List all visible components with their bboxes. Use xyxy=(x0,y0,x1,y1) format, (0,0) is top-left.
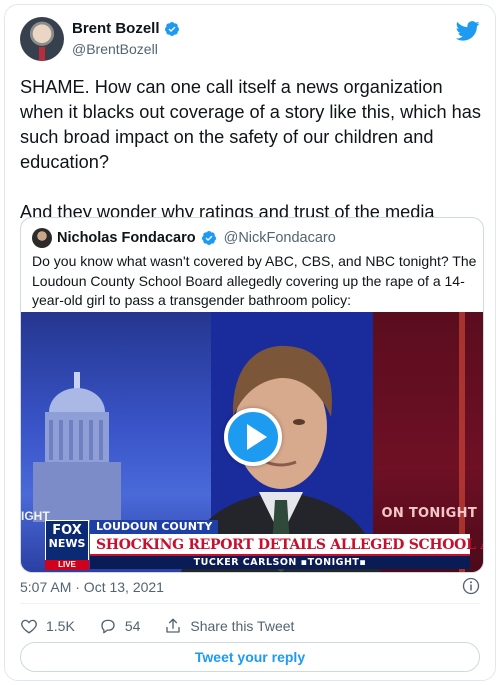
tweet-header: Brent Bozell @BrentBozell xyxy=(20,17,480,65)
heart-icon xyxy=(21,619,37,634)
quoted-tweet[interactable]: Nicholas Fondacaro @NickFondacaro Do you… xyxy=(20,217,484,573)
show-name-bar: TUCKER CARLSON ▪TONIGHT▪ xyxy=(90,556,470,569)
quoted-tweet-text: Do you know what wasn't covered by ABC, … xyxy=(32,253,477,308)
avatar-tie xyxy=(39,47,45,61)
quoted-tweet-header: Nicholas Fondacaro @NickFondacaro xyxy=(32,228,336,248)
like-action[interactable]: 1.5K xyxy=(20,617,75,635)
share-icon xyxy=(166,618,181,633)
author-name-row[interactable]: Brent Bozell xyxy=(72,20,180,37)
info-icon[interactable] xyxy=(462,577,480,595)
verified-badge-icon xyxy=(201,231,216,245)
headline-bar: SHOCKING REPORT DETAILS ALLEGED SCHOOL A… xyxy=(90,534,483,556)
author-avatar[interactable] xyxy=(20,17,64,61)
video-player[interactable]: IGHT ON TONIGHT FOX NEWS LIVE LOUDOUN CO… xyxy=(21,312,483,572)
capitol-dome-graphic xyxy=(33,372,121,522)
channel-logo-line2: NEWS xyxy=(48,537,86,550)
share-label: Share this Tweet xyxy=(190,618,295,634)
location-tag: LOUDOUN COUNTY xyxy=(90,520,219,534)
twitter-bird-icon[interactable] xyxy=(456,21,480,41)
play-icon xyxy=(247,424,267,450)
author-handle[interactable]: @BrentBozell xyxy=(72,41,158,57)
quoted-author-handle[interactable]: @NickFondacaro xyxy=(224,230,336,246)
verified-badge-icon xyxy=(164,21,179,36)
tweet-your-reply-button[interactable]: Tweet your reply xyxy=(20,642,480,672)
news-headline: SHOCKING REPORT DETAILS ALLEGED SCHOOL A… xyxy=(96,537,483,553)
quoted-author-avatar[interactable] xyxy=(32,228,52,248)
timestamp-row: 5:07 AM · Oct 13, 2021 xyxy=(20,577,480,597)
news-lower-third: FOX NEWS LIVE LOUDOUN COUNTY SHOCKING RE… xyxy=(21,514,483,572)
divider xyxy=(20,603,480,604)
tweet-card: Brent Bozell @BrentBozell SHAME. How can… xyxy=(4,4,496,681)
reply-action[interactable]: 54 xyxy=(99,617,141,635)
tweet-timestamp[interactable]: 5:07 AM · Oct 13, 2021 xyxy=(20,579,164,595)
reply-count: 54 xyxy=(124,618,141,634)
author-display-name[interactable]: Brent Bozell xyxy=(72,20,160,37)
quoted-author-display-name[interactable]: Nicholas Fondacaro xyxy=(57,230,196,246)
channel-logo-line1: FOX xyxy=(52,523,82,538)
like-count: 1.5K xyxy=(46,618,75,634)
action-bar: 1.5K 54 Share this Tweet xyxy=(20,615,480,637)
live-tag: LIVE xyxy=(45,560,89,570)
share-action[interactable]: Share this Tweet xyxy=(164,617,294,635)
channel-logo: FOX NEWS xyxy=(45,520,89,564)
play-button[interactable] xyxy=(224,408,282,466)
reply-icon xyxy=(101,619,115,634)
